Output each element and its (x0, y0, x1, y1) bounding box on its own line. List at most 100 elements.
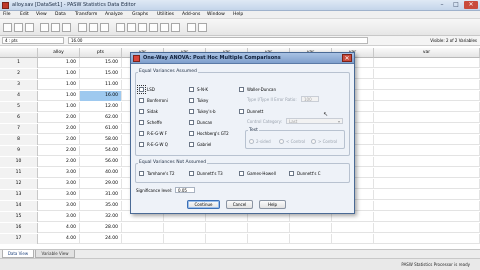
menu-transform[interactable]: Transform (75, 12, 97, 17)
cell-pts[interactable]: 15.00 (80, 58, 122, 68)
cell-empty[interactable] (248, 234, 290, 244)
cell-alloy[interactable]: 1.00 (38, 58, 80, 68)
select-cases-icon[interactable] (171, 23, 180, 32)
close-window-button[interactable]: ✕ (464, 1, 478, 9)
cell-alloy[interactable]: 4.00 (38, 223, 80, 233)
cell-empty[interactable] (290, 234, 332, 244)
cell-empty[interactable] (206, 223, 248, 233)
cell-empty[interactable] (374, 179, 480, 189)
cell-alloy[interactable]: 1.00 (38, 91, 80, 101)
minimize-button[interactable]: – (436, 1, 448, 9)
cell-pts[interactable]: 29.00 (80, 179, 122, 189)
column-header-alloy[interactable]: alloy (38, 48, 80, 58)
cell-pts[interactable]: 31.00 (80, 190, 122, 200)
tamhane-checkbox[interactable] (139, 171, 144, 176)
menu-file[interactable]: File (3, 12, 11, 17)
cell-empty[interactable] (374, 102, 480, 112)
cell-empty[interactable] (332, 234, 374, 244)
cell-empty[interactable] (164, 223, 206, 233)
cell-empty[interactable] (164, 234, 206, 244)
cell-empty[interactable] (374, 80, 480, 90)
bonferroni-checkbox[interactable] (139, 98, 144, 103)
cell-alloy[interactable]: 3.00 (38, 212, 80, 222)
cell-empty[interactable] (374, 91, 480, 101)
dunnett-c-checkbox[interactable] (289, 171, 294, 176)
column-header-pts[interactable]: pts (80, 48, 122, 58)
help-button[interactable]: Help (259, 200, 286, 209)
row-number[interactable]: 9 (0, 146, 38, 156)
maximize-button[interactable]: □ (450, 1, 462, 9)
menu-utilities[interactable]: Utilities (157, 12, 174, 17)
cell-empty[interactable] (374, 113, 480, 123)
cell-pts[interactable]: 16.00 (80, 91, 122, 101)
cell-empty[interactable] (290, 223, 332, 233)
column-header-var[interactable]: var (374, 48, 480, 58)
menu-window[interactable]: Window (207, 12, 225, 17)
hochberg-checkbox[interactable] (189, 131, 194, 136)
dialog-recall-icon[interactable] (40, 23, 49, 32)
cell-alloy[interactable]: 3.00 (38, 168, 80, 178)
menu-data[interactable]: Data (55, 12, 66, 17)
cell-pts[interactable]: 54.00 (80, 146, 122, 156)
cell-empty[interactable] (374, 146, 480, 156)
cell-empty[interactable] (374, 69, 480, 79)
save-icon[interactable] (14, 23, 23, 32)
two-sided-radio[interactable] (249, 139, 254, 144)
lsd-checkbox[interactable] (137, 85, 146, 94)
cell-empty[interactable] (122, 223, 164, 233)
cell-empty[interactable] (374, 135, 480, 145)
menu-edit[interactable]: Edit (20, 12, 29, 17)
weight-cases-icon[interactable] (160, 23, 169, 32)
waller-duncan-checkbox[interactable] (239, 87, 244, 92)
cell-empty[interactable] (206, 234, 248, 244)
print-icon[interactable] (25, 23, 34, 32)
tab-data-view[interactable]: Data View (2, 250, 34, 258)
insert-cases-icon[interactable] (127, 23, 136, 32)
row-number[interactable]: 15 (0, 212, 38, 222)
row-number[interactable]: 5 (0, 102, 38, 112)
menu-help[interactable]: Help (233, 12, 243, 17)
cell-alloy[interactable]: 2.00 (38, 135, 80, 145)
open-icon[interactable] (3, 23, 12, 32)
find-icon[interactable] (116, 23, 125, 32)
row-number[interactable]: 3 (0, 80, 38, 90)
cell-alloy[interactable]: 2.00 (38, 124, 80, 134)
cell-pts[interactable]: 11.00 (80, 80, 122, 90)
cell-pts[interactable]: 56.00 (80, 157, 122, 167)
insert-variable-icon[interactable] (138, 23, 147, 32)
games-howell-checkbox[interactable] (239, 171, 244, 176)
row-number[interactable]: 1 (0, 58, 38, 68)
dunnett-checkbox[interactable] (239, 109, 244, 114)
cell-alloy[interactable]: 1.00 (38, 102, 80, 112)
less-control-radio[interactable] (279, 139, 284, 144)
cell-empty[interactable] (374, 223, 480, 233)
regwq-checkbox[interactable] (139, 142, 144, 147)
row-number[interactable]: 6 (0, 113, 38, 123)
cell-pts[interactable]: 61.00 (80, 124, 122, 134)
cell-empty[interactable] (122, 234, 164, 244)
cell-pts[interactable]: 32.00 (80, 212, 122, 222)
row-number[interactable]: 14 (0, 201, 38, 211)
cell-alloy[interactable]: 2.00 (38, 157, 80, 167)
cell-pts[interactable]: 40.00 (80, 168, 122, 178)
row-number[interactable]: 13 (0, 190, 38, 200)
row-number[interactable]: 12 (0, 179, 38, 189)
use-sets-icon[interactable] (198, 23, 207, 32)
cell-empty[interactable] (374, 201, 480, 211)
cell-empty[interactable] (374, 234, 480, 244)
cell-empty[interactable] (248, 223, 290, 233)
cell-alloy[interactable]: 1.00 (38, 80, 80, 90)
cancel-button[interactable]: Cancel (226, 200, 253, 209)
undo-icon[interactable] (51, 23, 60, 32)
cell-empty[interactable] (374, 58, 480, 68)
cell-empty[interactable] (332, 223, 374, 233)
greater-control-radio[interactable] (311, 139, 316, 144)
menu-analyze[interactable]: Analyze (105, 12, 123, 17)
split-file-icon[interactable] (149, 23, 158, 32)
cell-pts[interactable]: 28.00 (80, 223, 122, 233)
cell-alloy[interactable]: 3.00 (38, 190, 80, 200)
gabriel-checkbox[interactable] (189, 142, 194, 147)
close-icon[interactable]: ✕ (342, 54, 352, 62)
menu-addons[interactable]: Add-ons (182, 12, 200, 17)
row-number[interactable]: 7 (0, 124, 38, 134)
